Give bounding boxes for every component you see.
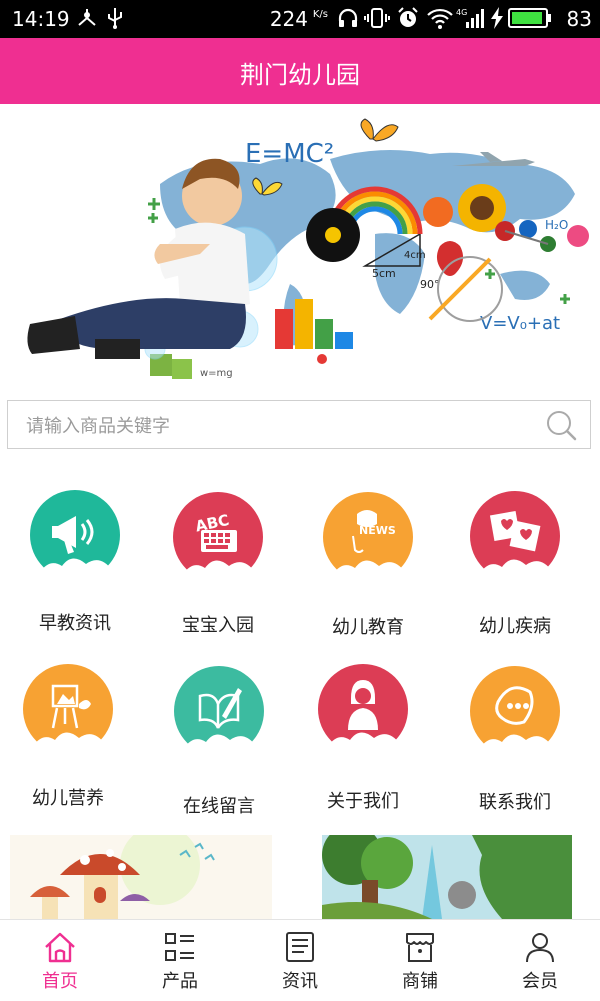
tab-shop[interactable]: 商铺 — [360, 920, 480, 1001]
alarm-icon — [398, 7, 418, 27]
easel-icon — [23, 664, 113, 754]
butterfly-icon — [360, 118, 399, 142]
abc-keyboard-icon: ABC — [173, 492, 263, 582]
usb-share-icon — [78, 9, 96, 26]
product-grid-icon — [165, 933, 194, 961]
status-time: 14:19 — [12, 7, 70, 31]
category-label: 关于我们 — [327, 791, 399, 812]
usb-icon — [108, 8, 122, 29]
app-header: 荆门幼儿园 — [0, 38, 600, 104]
search-bar — [7, 400, 591, 449]
home-icon — [45, 932, 75, 963]
tab-label: 产品 — [162, 971, 198, 992]
news-doc-icon — [286, 932, 314, 962]
battery-icon — [508, 8, 551, 28]
formula-weight: w=mg — [200, 368, 233, 379]
signal-4g-icon: 4G — [456, 8, 484, 28]
megaphone-icon — [30, 490, 120, 580]
triangle-side-a: 5cm — [372, 267, 396, 280]
search-icon[interactable] — [542, 408, 580, 442]
category-child-education[interactable]: NEWS 幼儿教育 — [293, 492, 443, 652]
battery-level: 83 — [566, 7, 592, 31]
wifi-icon — [427, 8, 453, 29]
tab-products[interactable]: 产品 — [120, 920, 240, 1001]
svg-text:4G: 4G — [456, 8, 467, 17]
vibrate-icon — [364, 8, 390, 28]
formula-velocity: V=V₀+at — [480, 313, 560, 334]
contact-icon — [470, 666, 560, 756]
person-icon — [318, 664, 408, 754]
tab-home[interactable]: 首页 — [0, 920, 120, 1001]
headphones-icon — [338, 8, 358, 27]
category-about-us[interactable]: 关于我们 — [288, 664, 438, 824]
promo-banner-left[interactable] — [10, 835, 272, 919]
book-pen-icon — [174, 666, 264, 756]
status-bar: 14:19 224 K/s 4G 83 — [0, 0, 600, 38]
category-label: 幼儿营养 — [32, 788, 104, 809]
tab-label: 商铺 — [402, 971, 438, 992]
formula-water: H₂O — [545, 218, 568, 232]
category-label: 联系我们 — [479, 792, 551, 813]
category-child-nutrition[interactable]: 幼儿营养 — [0, 664, 143, 824]
category-baby-enrollment[interactable]: ABC 宝宝入园 — [143, 492, 293, 652]
news-icon: NEWS — [323, 492, 413, 582]
category-label: 幼儿教育 — [332, 617, 404, 638]
category-early-education[interactable]: 早教资讯 — [0, 490, 150, 650]
category-online-message[interactable]: 在线留言 — [144, 666, 294, 826]
page-title: 荆门幼儿园 — [240, 61, 360, 89]
search-input[interactable] — [24, 411, 528, 441]
tab-label: 资讯 — [282, 971, 318, 992]
category-label: 幼儿疾病 — [479, 616, 551, 637]
net-speed: 224 — [269, 7, 308, 31]
charging-icon — [491, 7, 503, 29]
tab-label: 会员 — [522, 971, 558, 992]
boy-illustration — [27, 158, 250, 359]
category-label: 宝宝入园 — [182, 615, 254, 636]
category-contact-us[interactable]: 联系我们 — [440, 666, 590, 826]
bottom-tab-bar: 首页 产品 资讯 商铺 会员 — [0, 919, 600, 1001]
photo-cards-icon — [470, 491, 560, 581]
triangle-side-b: 4cm — [404, 250, 426, 261]
category-child-diseases[interactable]: 幼儿疾病 — [440, 491, 590, 651]
angle-label: 90° — [420, 278, 440, 291]
tab-news[interactable]: 资讯 — [240, 920, 360, 1001]
mushroom-house-illustration — [10, 835, 272, 919]
forest-illustration — [322, 835, 572, 919]
banner-image[interactable]: E=MC² V=V₀+at H₂O w=mg 5cm 4cm 90° — [0, 104, 600, 390]
shop-icon — [406, 933, 434, 962]
svg-text:NEWS: NEWS — [359, 524, 396, 537]
net-unit: K/s — [312, 9, 328, 20]
banner-illustration: E=MC² V=V₀+at H₂O w=mg 5cm 4cm 90° — [27, 118, 589, 379]
tab-member[interactable]: 会员 — [480, 920, 600, 1001]
promo-banner-right[interactable] — [322, 835, 572, 919]
formula-emc2: E=MC² — [245, 139, 334, 169]
tab-label: 首页 — [42, 971, 78, 992]
category-label: 在线留言 — [183, 796, 255, 817]
member-icon — [526, 933, 554, 963]
category-label: 早教资讯 — [39, 613, 111, 634]
